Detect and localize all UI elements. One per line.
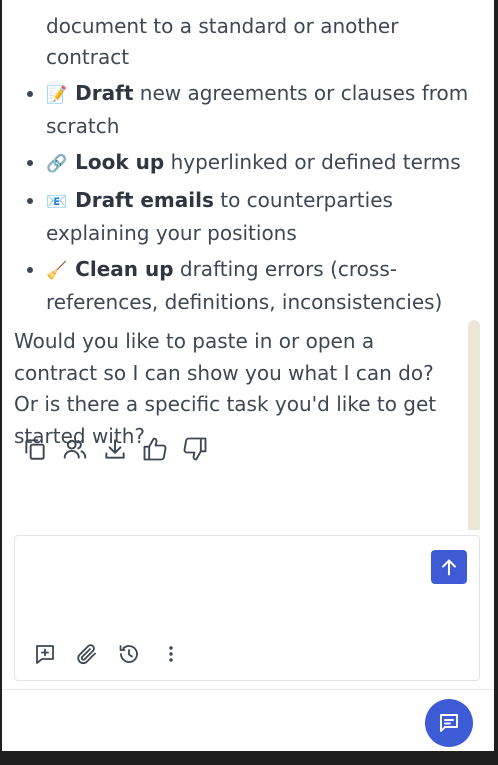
feature-title: Draft emails <box>75 188 214 212</box>
thumbs-up-icon <box>143 437 167 461</box>
message-actions <box>20 434 210 464</box>
feature-description: hyperlinked or defined terms <box>164 150 461 174</box>
more-options-button[interactable] <box>157 640 185 668</box>
share-users-button[interactable] <box>60 434 90 464</box>
chat-scrollbar[interactable] <box>468 320 480 530</box>
send-button[interactable] <box>431 550 467 584</box>
broom-emoji-icon: 🧹 <box>46 261 68 281</box>
feature-title: Draft <box>75 81 134 105</box>
more-vertical-icon <box>169 646 173 662</box>
message-input[interactable] <box>27 548 431 632</box>
memo-emoji-icon: 📝 <box>46 85 68 105</box>
add-content-button[interactable] <box>31 640 59 668</box>
feature-title: Look up <box>75 150 165 174</box>
feature-list: 📝Draft new agreements or clauses from sc… <box>16 78 476 323</box>
continued-text: document to a standard or another contra… <box>46 14 399 69</box>
thumbs-up-button[interactable] <box>140 434 170 464</box>
paperclip-icon <box>77 644 96 665</box>
chat-transcript: document to a standard or another contra… <box>2 0 494 530</box>
footer-divider <box>2 689 494 690</box>
attach-file-button[interactable] <box>73 640 101 668</box>
users-icon <box>63 439 87 459</box>
history-button[interactable] <box>115 640 143 668</box>
history-icon <box>119 645 138 663</box>
feature-title: Clean up <box>75 257 174 281</box>
copy-icon <box>25 439 45 460</box>
copy-button[interactable] <box>20 434 50 464</box>
list-item: 📧Draft emails to counterparties explaini… <box>46 185 476 249</box>
chat-bubble-icon <box>440 714 458 732</box>
message-composer <box>14 535 480 681</box>
list-item: 🧹Clean up drafting errors (cross-referen… <box>46 254 476 318</box>
chat-launcher-button[interactable] <box>425 699 473 747</box>
thumbs-down-icon <box>183 437 207 461</box>
thumbs-down-button[interactable] <box>180 434 210 464</box>
composer-toolbar <box>31 640 185 668</box>
arrow-up-icon <box>442 559 456 576</box>
email-emoji-icon: 📧 <box>46 192 68 212</box>
link-emoji-icon: 🔗 <box>46 154 68 174</box>
list-item: 📝Draft new agreements or clauses from sc… <box>46 78 476 142</box>
download-icon <box>105 439 125 459</box>
assistant-panel: document to a standard or another contra… <box>2 0 494 751</box>
add-box-icon <box>36 645 54 664</box>
download-button[interactable] <box>100 434 130 464</box>
list-item: 🔗 Look up hyperlinked or defined terms <box>46 147 476 180</box>
